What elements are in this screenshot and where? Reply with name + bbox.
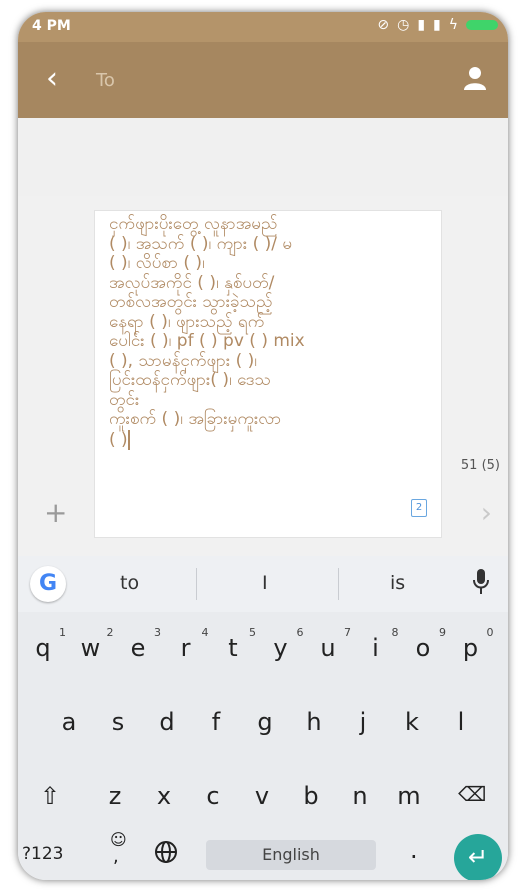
recipient-field[interactable]: To: [96, 70, 115, 91]
message-text: ငှက်ဖျားပိုးတွေ့ လူနာအမည် ( )၊ အသက် ( )၊…: [109, 214, 371, 450]
key-row-3: ⇧ zxcvbnm ⌫: [18, 774, 508, 824]
key-letter: p: [462, 634, 479, 662]
key-u[interactable]: u7: [313, 626, 351, 662]
key-letter: q: [35, 634, 51, 662]
key-letter: r: [180, 634, 191, 662]
contact-icon[interactable]: [464, 66, 486, 94]
suggestion-2[interactable]: I: [262, 572, 268, 594]
key-number-hint: 8: [391, 626, 399, 639]
key-number-hint: 5: [249, 626, 256, 639]
key-b[interactable]: b: [296, 782, 326, 810]
key-q[interactable]: q1: [28, 626, 66, 662]
character-count: 51 (5): [460, 458, 500, 473]
add-attachment-icon[interactable]: +: [44, 496, 67, 529]
key-v[interactable]: v: [247, 782, 277, 810]
key-number-hint: 3: [154, 626, 161, 639]
signal-icon-2: ▮: [433, 17, 441, 33]
key-number-hint: 4: [201, 626, 209, 639]
key-s[interactable]: s: [103, 708, 133, 736]
key-p[interactable]: p0: [456, 626, 494, 662]
status-time: 4 PM: [32, 18, 71, 34]
charging-icon: ϟ: [448, 17, 458, 33]
compose-area: + ငှက်ဖျားပိုးတွေ့ လူနာအမည် ( )၊ အသက် ( …: [18, 196, 508, 556]
key-l[interactable]: l: [446, 708, 476, 736]
key-o[interactable]: o9: [408, 626, 446, 662]
key-r[interactable]: r4: [171, 626, 209, 662]
key-number-hint: 9: [439, 626, 446, 639]
key-k[interactable]: k: [397, 708, 427, 736]
space-bar[interactable]: English: [206, 840, 376, 870]
keyboard-bottom-row: ?123 ☺ , English . ↵: [18, 828, 508, 880]
suggestion-1[interactable]: to: [120, 572, 139, 594]
key-letter: o: [415, 634, 431, 662]
key-letter: i: [372, 634, 379, 662]
key-c[interactable]: c: [198, 782, 228, 810]
keyboard: G to I is q1w2e3r4t5y6u7i8o9p0 asdfghjkl…: [18, 556, 508, 880]
key-j[interactable]: j: [348, 708, 378, 736]
key-f[interactable]: f: [201, 708, 231, 736]
text-caret: [127, 429, 130, 450]
key-t[interactable]: t5: [218, 626, 256, 662]
key-number-hint: 1: [59, 626, 66, 639]
suggestion-bar: G to I is: [18, 556, 508, 612]
key-x[interactable]: x: [149, 782, 179, 810]
key-a[interactable]: a: [54, 708, 84, 736]
back-arrow-icon[interactable]: ‹: [46, 64, 58, 94]
enter-icon[interactable]: ↵: [454, 834, 502, 880]
signal-icon: ▮: [417, 17, 426, 33]
key-number-hint: 0: [486, 626, 494, 639]
key-row-2: asdfghjkl: [18, 700, 508, 750]
phone-screen: 4 PM ⊘ ◷ ▮ ▮ ϟ ‹ To + ငှက်ဖျားပိုးတွေ့ လ…: [18, 12, 508, 880]
key-letter: u: [320, 634, 336, 662]
key-d[interactable]: d: [152, 708, 182, 736]
send-icon[interactable]: ›: [481, 496, 492, 529]
key-h[interactable]: h: [299, 708, 329, 736]
key-g[interactable]: g: [250, 708, 280, 736]
key-e[interactable]: e3: [123, 626, 161, 662]
comma-key[interactable]: ,: [113, 846, 119, 867]
mute-icon: ⊘: [377, 17, 390, 33]
key-w[interactable]: w2: [76, 626, 114, 662]
key-number-hint: 6: [296, 626, 304, 639]
key-z[interactable]: z: [100, 782, 130, 810]
symbols-key[interactable]: ?123: [22, 844, 63, 864]
key-letter: t: [228, 634, 238, 662]
suggestion-divider: [196, 568, 197, 600]
suggestion-divider: [338, 568, 339, 600]
key-number-hint: 2: [106, 626, 114, 639]
period-key[interactable]: .: [410, 836, 418, 864]
key-letter: w: [80, 634, 101, 662]
key-letter: y: [273, 634, 288, 662]
key-i[interactable]: i8: [361, 626, 398, 662]
microphone-icon[interactable]: [472, 568, 490, 600]
suggestion-3[interactable]: is: [390, 572, 405, 594]
key-n[interactable]: n: [345, 782, 375, 810]
key-row-1: q1w2e3r4t5y6u7i8o9p0: [18, 626, 508, 676]
app-bar: ‹ To: [18, 42, 508, 118]
google-icon[interactable]: G: [30, 566, 66, 602]
status-icons: ⊘ ◷ ▮ ▮ ϟ: [377, 17, 498, 33]
shift-icon[interactable]: ⇧: [40, 782, 60, 810]
battery-icon: [466, 20, 498, 30]
key-letter: e: [130, 634, 146, 662]
sim-indicator-icon[interactable]: 2: [411, 499, 427, 517]
key-y[interactable]: y6: [266, 626, 303, 662]
alarm-icon: ◷: [397, 17, 410, 33]
message-input[interactable]: ငှက်ဖျားပိုးတွေ့ လူနာအမည် ( )၊ အသက် ( )၊…: [94, 210, 442, 538]
key-m[interactable]: m: [394, 782, 424, 810]
key-number-hint: 7: [344, 626, 351, 639]
backspace-icon[interactable]: ⌫: [458, 782, 486, 806]
status-bar: 4 PM ⊘ ◷ ▮ ▮ ϟ: [18, 12, 508, 42]
globe-icon[interactable]: [154, 840, 178, 870]
message-thread-area: [18, 118, 508, 196]
message-body: ငှက်ဖျားပိုးတွေ့ လူနာအမည် ( )၊ အသက် ( )၊…: [109, 214, 305, 450]
